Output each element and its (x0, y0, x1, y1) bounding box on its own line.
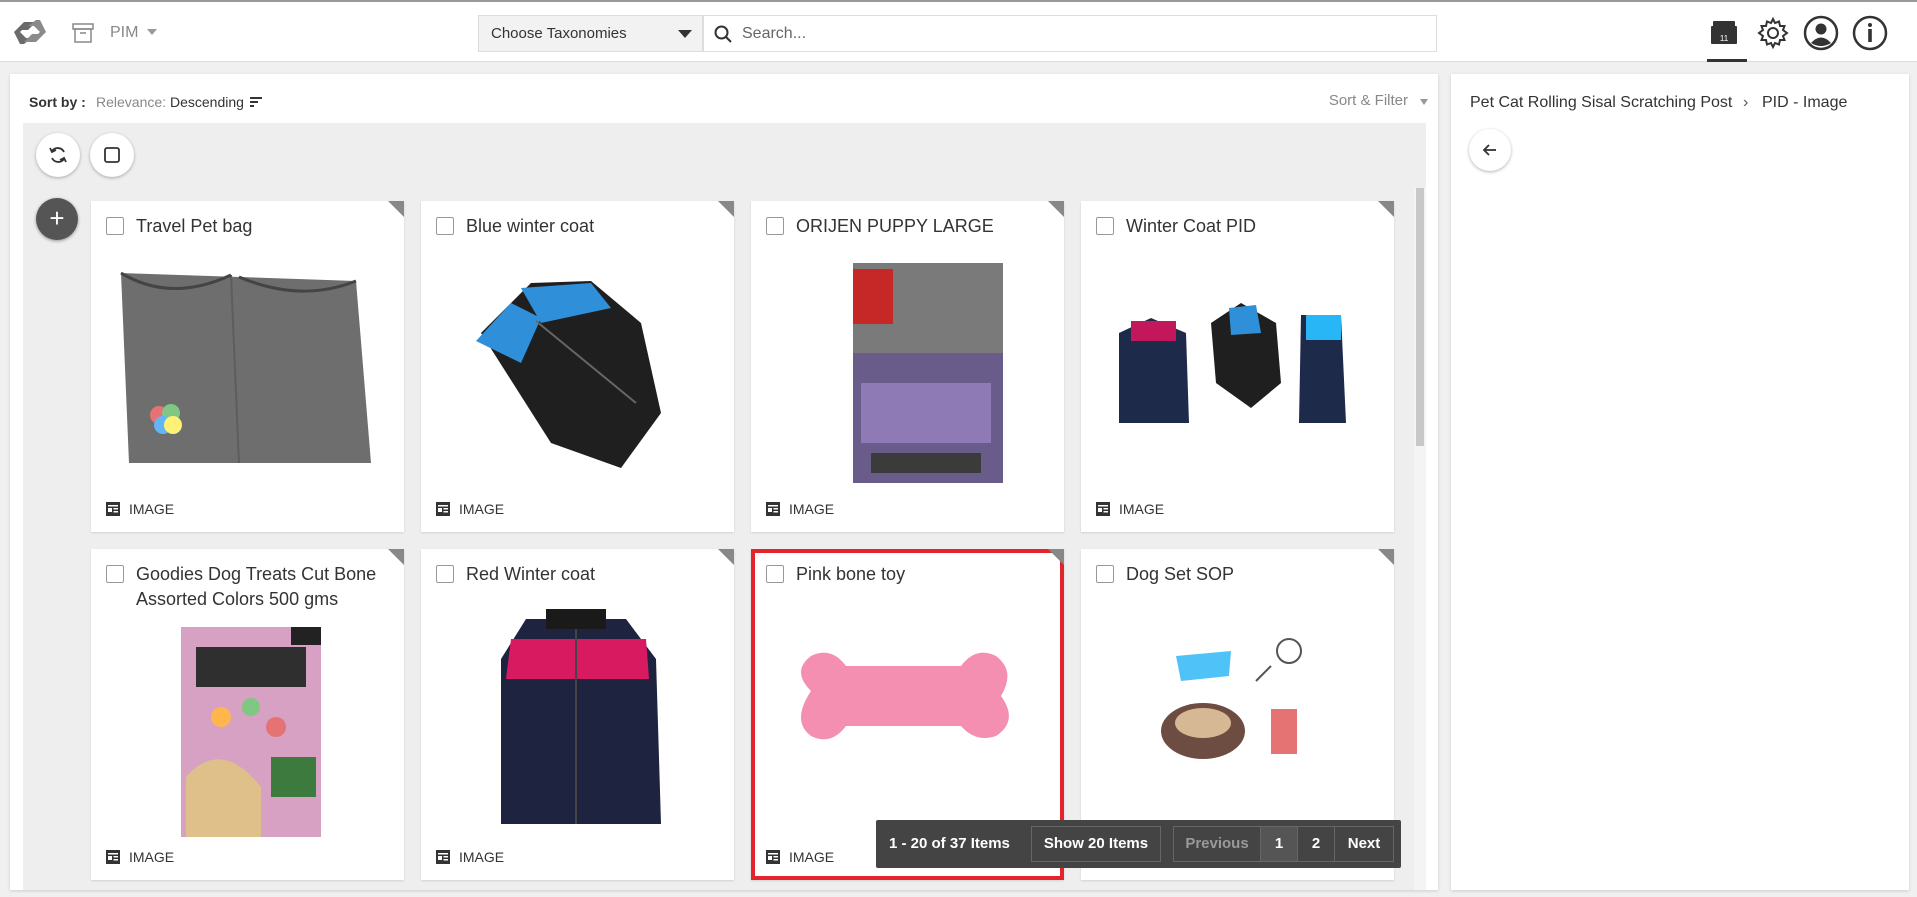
image-type-icon (106, 850, 120, 864)
app-logo-icon[interactable] (6, 14, 54, 50)
card-title: Pink bone toy (796, 564, 906, 584)
asset-detail-panel: Pet Cat Rolling Sisal Scratching Post › … (1451, 74, 1909, 890)
card-checkbox[interactable] (436, 217, 454, 235)
card-type-label: IMAGE (789, 501, 835, 517)
chevron-down-icon[interactable] (147, 29, 157, 35)
card-type-label: IMAGE (459, 501, 505, 517)
card-thumbnail (181, 627, 321, 837)
asset-card[interactable]: Winter Coat PID IMAGE (1081, 201, 1394, 532)
search-box (703, 15, 1437, 52)
card-thumbnail (476, 281, 661, 468)
card-thumbnail (1119, 303, 1346, 423)
image-type-icon (766, 502, 780, 516)
pagination-range: 1 - 20 of 37 Items (889, 835, 1010, 852)
card-checkbox[interactable] (1096, 217, 1114, 235)
image-type-icon (436, 850, 450, 864)
card-type-label: IMAGE (1119, 501, 1165, 517)
sort-field-label: Relevance: (96, 94, 167, 110)
card-title: Winter Coat PID (1126, 216, 1257, 236)
image-type-icon (436, 502, 450, 516)
back-button[interactable] (1469, 129, 1511, 171)
card-checkbox[interactable] (106, 565, 124, 583)
asset-list-panel: Sort by : Relevance: Descending Sort & F… (10, 74, 1438, 890)
sort-by-label: Sort by : (29, 94, 86, 110)
breadcrumb-product[interactable]: Pet Cat Rolling Sisal Scratching Post (1470, 94, 1732, 112)
card-thumbnail (120, 271, 371, 464)
page-button-1[interactable]: 1 (1260, 826, 1298, 862)
asset-card[interactable]: Red Winter coat IMAGE (421, 549, 734, 880)
card-thumbnail (1161, 638, 1302, 759)
card-checkbox[interactable] (766, 217, 784, 235)
scrollbar-thumb[interactable] (1416, 188, 1424, 446)
asset-grid: + Travel Pet bag IMAGE Blue winter coat (23, 123, 1426, 890)
asset-card[interactable]: Travel Pet bag IMAGE (91, 201, 404, 532)
next-page-button[interactable]: Next (1334, 826, 1394, 862)
breadcrumb-separator: › (1743, 94, 1749, 111)
grid-scrollbar[interactable] (1414, 188, 1426, 890)
sort-order-value[interactable]: Descending (170, 94, 244, 110)
search-icon (714, 25, 732, 43)
card-title: Blue winter coat (466, 216, 595, 236)
dropdown-caret-icon[interactable] (678, 30, 692, 38)
chevron-down-icon[interactable] (1420, 99, 1428, 105)
select-all-button[interactable] (90, 133, 134, 177)
asset-card[interactable]: Blue winter coat IMAGE (421, 201, 734, 532)
card-type-label: IMAGE (129, 501, 175, 517)
card-type-label: IMAGE (129, 849, 175, 865)
arrow-left-icon (1482, 144, 1496, 156)
breadcrumb-current: PID - Image (1762, 94, 1848, 111)
card-thumbnail (853, 263, 1003, 483)
card-thumbnail (501, 609, 661, 824)
card-type-label: IMAGE (459, 849, 505, 865)
refresh-button[interactable] (36, 133, 80, 177)
checkbox-icon (104, 147, 120, 163)
sort-filter-button[interactable]: Sort & Filter (1329, 92, 1408, 109)
card-title: ORIJEN PUPPY LARGE (796, 216, 994, 236)
active-tab-indicator (1707, 59, 1747, 62)
card-title: Dog Set SOP (1126, 564, 1235, 584)
asset-card[interactable]: ORIJEN PUPPY LARGE IMAGE (751, 201, 1064, 532)
page-button-2[interactable]: 2 (1297, 826, 1335, 862)
add-asset-button[interactable]: + (36, 198, 78, 240)
info-icon[interactable] (1851, 14, 1889, 52)
image-type-icon (766, 850, 780, 864)
card-title: Red Winter coat (466, 564, 596, 584)
card-checkbox[interactable] (766, 565, 784, 583)
taxonomy-select[interactable]: Choose Taxonomies (478, 15, 703, 52)
card-title: Goodies Dog Treats Cut Bone Assorted Col… (136, 564, 377, 609)
page-size-button[interactable]: Show 20 Items (1031, 826, 1161, 862)
search-input[interactable] (742, 22, 1422, 46)
tab-badge: 11 (1720, 34, 1729, 43)
sort-order-icon[interactable] (250, 96, 264, 108)
catalog-tab-icon[interactable]: 11 (1705, 14, 1743, 52)
app-switcher-label[interactable]: PIM (110, 24, 138, 42)
card-checkbox[interactable] (436, 565, 454, 583)
refresh-icon (49, 147, 67, 163)
card-thumbnail (801, 652, 1009, 740)
image-type-icon (106, 502, 120, 516)
user-account-icon[interactable] (1802, 14, 1840, 52)
card-type-label: IMAGE (789, 849, 835, 865)
card-checkbox[interactable] (1096, 565, 1114, 583)
taxonomy-select-value: Choose Taxonomies (491, 25, 627, 42)
card-checkbox[interactable] (106, 217, 124, 235)
asset-card[interactable]: Goodies Dog Treats Cut Bone Assorted Col… (91, 549, 404, 880)
gear-icon[interactable] (1754, 14, 1792, 52)
image-type-icon (1096, 502, 1110, 516)
previous-page-button[interactable]: Previous (1173, 826, 1261, 862)
top-bar: PIM Choose Taxonomies 11 (0, 0, 1917, 62)
archive-icon[interactable] (72, 23, 94, 43)
pagination-bar: 1 - 20 of 37 Items Show 20 Items Previou… (876, 820, 1401, 868)
card-title: Travel Pet bag (136, 216, 253, 236)
